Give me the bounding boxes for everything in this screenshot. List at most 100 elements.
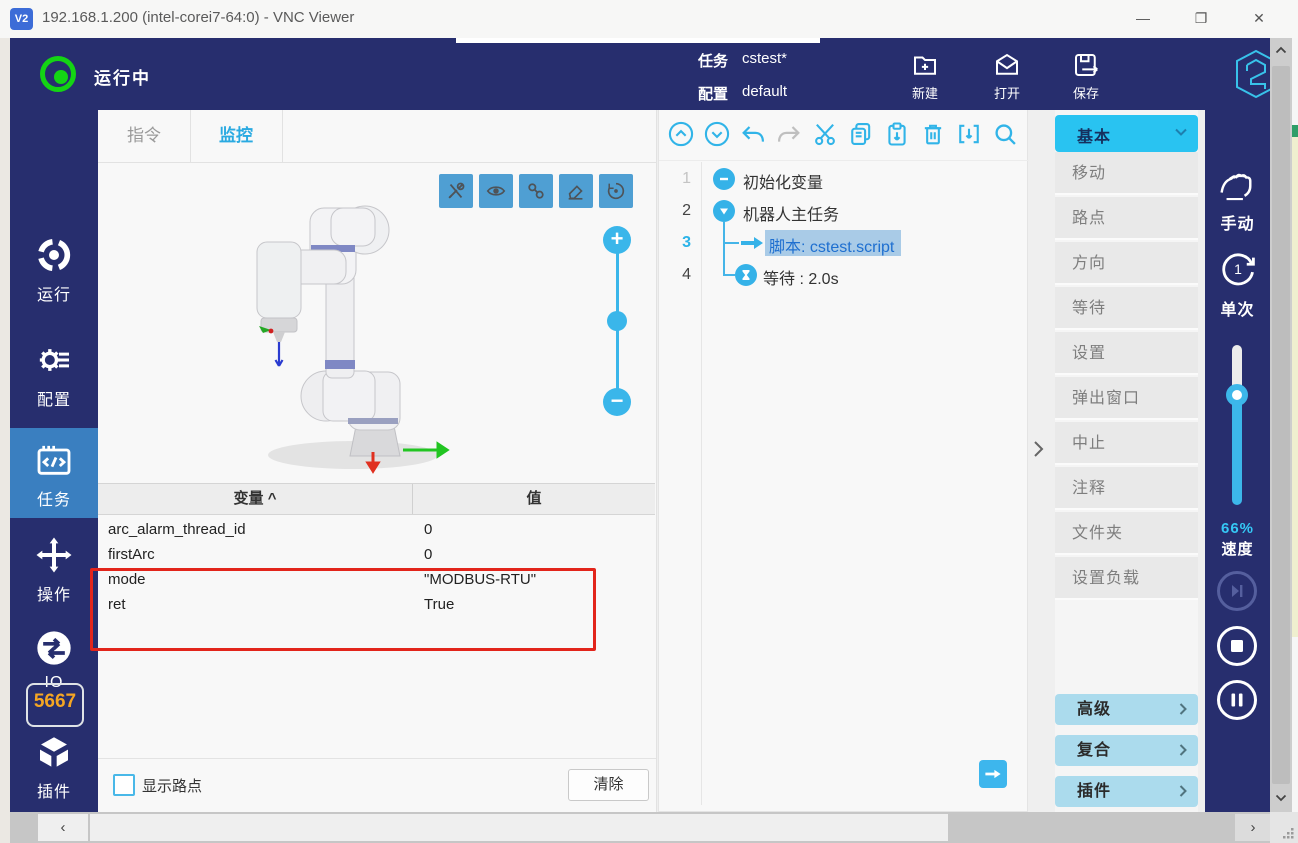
port-badge: 5667 — [26, 683, 84, 727]
io-sync-icon — [10, 628, 98, 668]
eraser-icon[interactable] — [559, 174, 593, 208]
minimize-button[interactable]: — — [1120, 0, 1166, 37]
speed-slider-knob[interactable] — [1226, 384, 1248, 406]
viewer-tabs: 指令 监控 — [98, 110, 656, 163]
tree-node-label[interactable]: 等待 : 2.0s — [763, 265, 839, 289]
scroll-down-icon[interactable] — [1270, 794, 1292, 802]
insert-icon[interactable] — [955, 120, 983, 148]
scroll-up-icon[interactable] — [1270, 46, 1292, 54]
zoom-out-button[interactable]: − — [603, 388, 631, 416]
group-advanced-header[interactable]: 高级 — [1055, 694, 1198, 725]
sidebar-item-run[interactable]: 运行 — [10, 235, 98, 305]
variable-row[interactable]: arc_alarm_thread_id 0 — [98, 517, 655, 542]
open-task-button[interactable]: 打开 — [975, 50, 1039, 102]
running-status-icon — [40, 56, 76, 92]
stop-button[interactable] — [1217, 626, 1257, 666]
resize-grip[interactable] — [1270, 812, 1298, 843]
undo-icon[interactable] — [739, 120, 767, 148]
group-composite-header[interactable]: 复合 — [1055, 735, 1198, 766]
tab-instruction[interactable]: 指令 — [98, 110, 191, 162]
cut-icon[interactable] — [811, 120, 839, 148]
horizontal-scrollbar[interactable]: ‹ › — [10, 812, 1270, 843]
sidebar-item-operate[interactable]: 操作 — [10, 535, 98, 605]
step-button[interactable] — [1217, 571, 1257, 611]
menu-remnant — [456, 38, 820, 43]
move-down-icon[interactable] — [703, 120, 731, 148]
rotate-view-icon[interactable] — [599, 174, 633, 208]
group-plugin-header[interactable]: 插件 — [1055, 776, 1198, 807]
show-waypoints-checkbox[interactable] — [113, 774, 135, 796]
new-task-button[interactable]: 新建 — [893, 50, 957, 102]
vertical-scrollbar-thumb[interactable] — [1272, 66, 1290, 784]
pause-button[interactable] — [1217, 680, 1257, 720]
wait-hourglass-icon[interactable] — [735, 264, 757, 286]
line-number: 4 — [659, 266, 691, 284]
plugin-cube-icon — [10, 732, 98, 772]
maximize-button[interactable]: ❐ — [1178, 0, 1224, 37]
command-item-payload[interactable]: 设置负载 — [1055, 557, 1198, 600]
command-item-set[interactable]: 设置 — [1055, 332, 1198, 375]
vnc-logo-icon: V2 — [10, 8, 33, 30]
vertical-scrollbar[interactable] — [1270, 38, 1292, 812]
copy-icon[interactable] — [847, 120, 875, 148]
save-task-icon — [1054, 50, 1118, 80]
speed-slider-track-lower[interactable] — [1232, 400, 1242, 505]
clear-button[interactable]: 清除 — [568, 769, 649, 801]
run-target-icon — [10, 235, 98, 275]
task-label: 任务 — [698, 50, 728, 71]
tab-monitor[interactable]: 监控 — [190, 110, 283, 162]
command-item-waypoint[interactable]: 路点 — [1055, 197, 1198, 240]
background-window-sliver — [1292, 38, 1298, 812]
view-zoom-knob[interactable] — [607, 311, 627, 331]
config-gear-icon — [10, 340, 98, 380]
save-task-button[interactable]: 保存 — [1054, 50, 1118, 102]
paste-icon[interactable] — [883, 120, 911, 148]
open-task-icon — [975, 50, 1039, 80]
tree-node-label[interactable]: 机器人主任务 — [743, 201, 839, 225]
tree-node-label[interactable]: 初始化变量 — [743, 169, 823, 193]
program-panel: 1 2 3 4 初始化变量 机器人主任务 脚本: cstest.script 等… — [658, 110, 1028, 812]
variable-row[interactable]: firstArc 0 — [98, 542, 655, 567]
command-item-wait[interactable]: 等待 — [1055, 287, 1198, 330]
arrow-right-button[interactable] — [979, 760, 1007, 788]
panel-expand-icon[interactable] — [1030, 438, 1050, 464]
horizontal-scrollbar-thumb[interactable] — [90, 814, 948, 841]
col-value[interactable]: 值 — [413, 484, 655, 514]
search-icon[interactable] — [991, 120, 1019, 148]
robot-3d-view[interactable] — [213, 190, 493, 480]
sidebar-item-config[interactable]: 配置 — [10, 340, 98, 410]
window-title: 192.168.1.200 (intel-corei7-64:0) - VNC … — [42, 9, 354, 26]
link-icon[interactable] — [519, 174, 553, 208]
command-item-popup[interactable]: 弹出窗口 — [1055, 377, 1198, 420]
command-item-folder[interactable]: 文件夹 — [1055, 512, 1198, 555]
col-variable[interactable]: 变量 ^ — [98, 484, 413, 514]
vnc-viewer-window: V2 192.168.1.200 (intel-corei7-64:0) - V… — [0, 0, 1298, 843]
command-item-direction[interactable]: 方向 — [1055, 242, 1198, 285]
redo-icon[interactable] — [775, 120, 803, 148]
move-up-icon[interactable] — [667, 120, 695, 148]
sidebar-item-plugin[interactable]: 插件 — [10, 732, 98, 802]
single-cycle-icon: 1 — [1217, 248, 1259, 290]
manual-mode-label[interactable]: 手动 — [1205, 210, 1270, 234]
expanded-node-icon[interactable] — [713, 200, 735, 222]
close-button[interactable]: ✕ — [1236, 0, 1282, 37]
command-item-abort[interactable]: 中止 — [1055, 422, 1198, 465]
config-name: default — [742, 83, 787, 100]
command-item-move[interactable]: 移动 — [1055, 152, 1198, 195]
tree-node-label-selected[interactable]: 脚本: cstest.script — [769, 233, 894, 257]
control-bar: 手动 1 单次 66% 速度 — [1205, 110, 1270, 812]
sidebar-item-task[interactable]: 任务 — [10, 428, 98, 518]
titlebar: V2 192.168.1.200 (intel-corei7-64:0) - V… — [0, 0, 1298, 39]
disabled-node-icon[interactable] — [713, 168, 735, 190]
single-mode-label[interactable]: 单次 — [1205, 296, 1270, 320]
group-basic-header[interactable]: 基本 — [1055, 115, 1198, 152]
chevron-right-icon — [1178, 784, 1188, 798]
zoom-in-button[interactable]: + — [603, 226, 631, 254]
scroll-right-icon[interactable]: › — [1235, 814, 1271, 841]
command-item-comment[interactable]: 注释 — [1055, 467, 1198, 510]
program-toolbar — [659, 110, 1029, 161]
chevron-down-icon — [1174, 127, 1188, 137]
delete-icon[interactable] — [919, 120, 947, 148]
scroll-left-icon[interactable]: ‹ — [38, 814, 88, 841]
command-panel: 基本 移动 路点 方向 等待 设置 弹出窗口 中止 注释 文件夹 设置负载 高级… — [1055, 110, 1198, 812]
